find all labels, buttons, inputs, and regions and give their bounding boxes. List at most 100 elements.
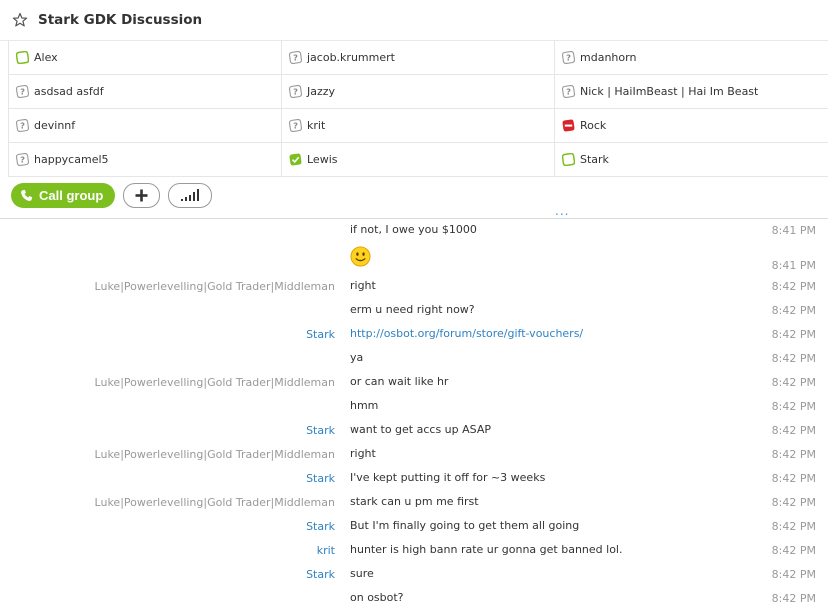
participant-item[interactable]: Stark <box>555 143 828 176</box>
participant-item[interactable]: ? asdsad asfdf <box>9 75 282 108</box>
message-sender[interactable]: Stark <box>306 520 335 533</box>
status-online-icon <box>562 153 575 166</box>
participant-item[interactable]: ? happycamel5 <box>9 143 282 176</box>
participant-name: Alex <box>34 51 58 64</box>
svg-text:?: ? <box>293 53 298 63</box>
participant-item[interactable]: Rock <box>555 109 828 142</box>
message-sender[interactable]: krit <box>317 544 335 557</box>
message-time: 8:42 PM <box>771 304 816 317</box>
svg-text:?: ? <box>20 121 25 131</box>
call-actions: Call group <box>11 182 213 208</box>
message-sender[interactable]: Luke|Powerlevelling|Gold Trader|Middlema… <box>95 496 335 509</box>
participant-item[interactable]: Alex <box>9 41 282 74</box>
chat-message: on osbot? 8:42 PM <box>0 587 828 611</box>
signal-bars-icon <box>181 189 200 201</box>
conversation-header: Stark GDK Discussion <box>0 0 828 41</box>
chat-message: Stark But I'm finally going to get them a… <box>0 515 828 539</box>
message-sender[interactable]: Luke|Powerlevelling|Gold Trader|Middlema… <box>95 448 335 461</box>
message-text: hmm <box>350 399 379 412</box>
participant-name: jacob.krummert <box>307 51 395 64</box>
chat-message: hmm 8:42 PM <box>0 395 828 419</box>
participant-row: ? devinnf? krit Rock <box>9 109 828 143</box>
message-sender[interactable]: Luke|Powerlevelling|Gold Trader|Middlema… <box>95 376 335 389</box>
message-sender[interactable]: Stark <box>306 424 335 437</box>
smile-emoticon <box>350 246 371 267</box>
participant-grid: Alex? jacob.krummert? mdanhorn? asdsad asfd… <box>8 41 828 177</box>
chat-message: Stark I've kept putting it off for ~3 wee… <box>0 467 828 491</box>
call-group-button[interactable]: Call group <box>11 182 116 208</box>
participant-item[interactable]: ? mdanhorn <box>555 41 828 74</box>
status-unknown-icon: ? <box>16 85 29 98</box>
chat-history: if not, I owe you $1000 8:41 PM 8:41 PM Luk… <box>0 219 828 611</box>
chat-message: Luke|Powerlevelling|Gold Trader|Middlema… <box>0 275 828 299</box>
chat-message: erm u need right now? 8:42 PM <box>0 299 828 323</box>
favorite-star-icon[interactable] <box>12 12 28 28</box>
message-text: hunter is high bann rate ur gonna get ba… <box>350 543 623 556</box>
chat-message: Luke|Powerlevelling|Gold Trader|Middlema… <box>0 443 828 467</box>
message-time: 8:42 PM <box>771 472 816 485</box>
svg-text:?: ? <box>20 87 25 97</box>
chat-message: Luke|Powerlevelling|Gold Trader|Middlema… <box>0 371 828 395</box>
chat-message-emoticon-row: 8:41 PM <box>0 243 828 275</box>
participant-item[interactable]: ? devinnf <box>9 109 282 142</box>
status-unknown-icon: ? <box>16 153 29 166</box>
message-time: 8:42 PM <box>771 352 816 365</box>
message-text: want to get accs up ASAP <box>350 423 492 436</box>
message-time: 8:41 PM <box>771 259 816 272</box>
phone-icon <box>21 189 33 201</box>
participant-name: asdsad asfdf <box>34 85 104 98</box>
message-time: 8:42 PM <box>771 424 816 437</box>
message-time: 8:42 PM <box>771 520 816 533</box>
participant-name: Nick | HaiImBeast | Hai Im Beast <box>580 85 759 98</box>
page-title: Stark GDK Discussion <box>38 12 203 28</box>
message-text: or can wait like hr <box>350 375 449 388</box>
svg-text:?: ? <box>293 121 298 131</box>
chat-message: ya 8:42 PM <box>0 347 828 371</box>
participant-item[interactable]: ? Nick | HaiImBeast | Hai Im Beast <box>555 75 828 108</box>
message-time: 8:42 PM <box>771 568 816 581</box>
message-text: ya <box>350 351 364 364</box>
participant-name: Rock <box>580 119 607 132</box>
message-sender[interactable]: Stark <box>306 472 335 485</box>
participant-name: mdanhorn <box>580 51 637 64</box>
status-unknown-icon: ? <box>16 119 29 132</box>
message-sender[interactable]: Stark <box>306 328 335 341</box>
message-text: stark can u pm me first <box>350 495 479 508</box>
participant-item[interactable]: ? jacob.krummert <box>282 41 555 74</box>
message-time: 8:42 PM <box>771 544 816 557</box>
status-online-icon <box>16 51 29 64</box>
svg-text:?: ? <box>20 155 25 165</box>
chat-message: krit hunter is high bann rate ur gonna ge… <box>0 539 828 563</box>
message-sender[interactable]: Luke|Powerlevelling|Gold Trader|Middlema… <box>95 280 335 293</box>
message-text: erm u need right now? <box>350 303 475 316</box>
plus-icon <box>135 189 148 201</box>
message-text: right <box>350 447 376 460</box>
svg-text:?: ? <box>566 53 571 63</box>
svg-text:?: ? <box>566 87 571 97</box>
participant-name: Jazzy <box>307 85 336 98</box>
participant-name: happycamel5 <box>34 153 109 166</box>
call-quality-button[interactable] <box>168 182 213 208</box>
message-time: 8:42 PM <box>771 280 816 293</box>
participant-name: devinnf <box>34 119 76 132</box>
participant-item[interactable]: ? Jazzy <box>282 75 555 108</box>
participant-name: Lewis <box>307 153 338 166</box>
message-text: right <box>350 279 376 292</box>
status-unknown-icon: ? <box>289 51 302 64</box>
status-blocked-icon <box>562 119 575 132</box>
add-participant-button[interactable] <box>123 182 161 208</box>
message-link[interactable]: http://osbot.org/forum/store/gift-vouche… <box>350 327 583 340</box>
message-time: 8:42 PM <box>771 496 816 509</box>
message-time: 8:42 PM <box>771 328 816 341</box>
participant-item[interactable]: ? krit <box>282 109 555 142</box>
participant-row: ? happycamel5 Lewis Stark <box>9 143 828 177</box>
message-time: 8:42 PM <box>771 448 816 461</box>
status-unknown-icon: ? <box>289 85 302 98</box>
show-more-dots[interactable]: ... <box>555 205 569 217</box>
message-time: 8:41 PM <box>771 224 816 237</box>
message-text: if not, I owe you $1000 <box>350 223 477 236</box>
participant-item[interactable]: Lewis <box>282 143 555 176</box>
chat-message: Stark want to get accs up ASAP 8:42 PM <box>0 419 828 443</box>
participant-name: krit <box>307 119 326 132</box>
message-sender[interactable]: Stark <box>306 568 335 581</box>
